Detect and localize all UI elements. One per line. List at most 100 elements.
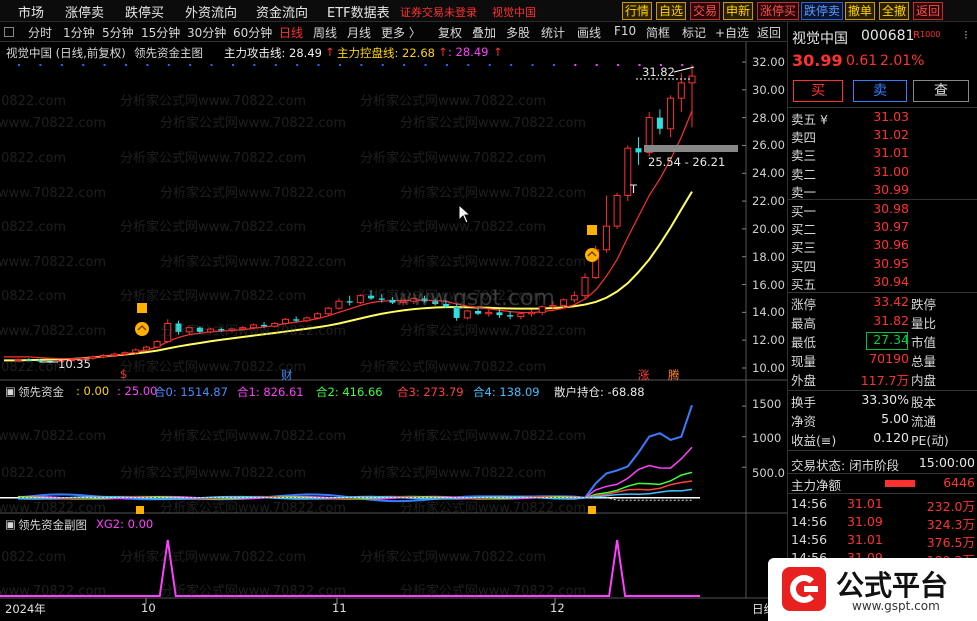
tab-1min[interactable]: 1分钟: [63, 24, 95, 41]
btn-cancel-all[interactable]: 全撤: [879, 2, 910, 20]
finance-marker[interactable]: 财: [281, 367, 293, 383]
bid-level[interactable]: 买五 30.94: [791, 274, 975, 292]
chart-area[interactable]: [0, 42, 787, 621]
menu-capital-flow[interactable]: 资金流向: [256, 2, 308, 21]
tab-intraday[interactable]: 分时: [28, 24, 52, 41]
tool-simple-frame[interactable]: 简框: [646, 24, 670, 41]
tick-row[interactable]: 14:56 31.01 232.0万: [791, 496, 975, 514]
login-warning[interactable]: 证券交易未登录: [400, 4, 477, 20]
tencent-marker[interactable]: 腾: [668, 367, 680, 383]
tool-add-watchlist[interactable]: +自选: [715, 24, 749, 41]
signal-dot: [124, 64, 127, 66]
candle-body: [389, 299, 396, 303]
ask-level[interactable]: 卖四 31.02: [791, 127, 975, 145]
stat-row: 收益(≡) 0.120 PE(动): [791, 430, 975, 448]
menu-etf-table[interactable]: ETF数据表: [327, 2, 390, 21]
x-axis-nov: 11: [332, 601, 347, 615]
limit-up-marker[interactable]: 涨: [638, 367, 650, 383]
collapse-icon[interactable]: [4, 27, 14, 37]
sub2-indicator-name[interactable]: 领先资金副图: [18, 517, 87, 533]
book-level-label: 买五: [791, 276, 817, 292]
signal-dot: [231, 64, 234, 66]
candle-body: [399, 300, 407, 304]
main-y-tick: 10.00: [752, 361, 785, 375]
sub1-legend-item: 合3: 273.79: [397, 385, 464, 399]
low-price-highlight: [866, 332, 908, 350]
ask-level[interactable]: 卖三 31.01: [791, 145, 975, 163]
menu-limit-up-sell[interactable]: 涨停卖: [65, 2, 104, 21]
tool-statistics[interactable]: 统计: [541, 24, 565, 41]
ask-level[interactable]: 卖一 30.99: [791, 182, 975, 200]
tool-multi-stock[interactable]: 多股: [506, 24, 530, 41]
bid-level[interactable]: 买四 30.95: [791, 256, 975, 274]
query-button[interactable]: 查: [913, 80, 969, 102]
tool-adjust[interactable]: 复权: [438, 24, 462, 41]
tick-row[interactable]: 14:56 31.09 324.3万: [791, 514, 975, 532]
btn-cancel-order[interactable]: 撤单: [845, 2, 876, 20]
bid-level[interactable]: 买二 30.97: [791, 219, 975, 237]
signal-dot: [39, 64, 42, 66]
sub1-indicator-name[interactable]: 领先资金: [18, 384, 64, 400]
tab-60min[interactable]: 60分钟: [233, 24, 272, 41]
btn-trade[interactable]: 交易: [690, 2, 721, 20]
stat-row: 涨停 33.42 跌停: [791, 294, 975, 312]
buy-button[interactable]: 买: [793, 80, 843, 102]
tab-15min[interactable]: 15分钟: [141, 24, 180, 41]
low-price-label: 10.35: [58, 357, 91, 371]
main-net-label: 主力净额: [791, 478, 842, 493]
candle-body: [303, 317, 311, 322]
bid-level[interactable]: 买一 30.98: [791, 201, 975, 219]
menu-limit-down-buy[interactable]: 跌停买: [125, 2, 164, 21]
line3-label: : 28.49: [448, 45, 489, 59]
high-price-label: 31.82: [642, 65, 675, 79]
signal-dot: [445, 64, 448, 66]
book-level-price: 30.95: [873, 255, 909, 271]
book-level-price: 31.02: [873, 127, 909, 143]
btn-back[interactable]: 返回: [913, 2, 944, 20]
candle-body: [100, 354, 108, 358]
sub1-collapse-icon[interactable]: ▣: [5, 384, 16, 398]
tool-f10[interactable]: F10: [614, 24, 636, 38]
tab-30min[interactable]: 30分钟: [187, 24, 226, 41]
main-indicator-name[interactable]: 领先资金主图: [134, 45, 203, 61]
signal-dot: [189, 64, 192, 66]
candle-body: [442, 304, 449, 307]
tab-more[interactable]: 更多 〉: [381, 24, 421, 41]
ask-level[interactable]: 卖五 ¥ 31.03: [791, 109, 975, 127]
tick-volume: 232.0万: [926, 499, 975, 514]
tick-row[interactable]: 14:56 31.01 376.5万: [791, 532, 975, 550]
gold-signal-icon: [585, 248, 599, 262]
candle-body: [175, 323, 182, 332]
sub2-collapse-icon[interactable]: ▣: [5, 517, 16, 531]
book-level-price: 31.01: [873, 145, 909, 161]
candle-body: [421, 298, 428, 302]
dollar-marker[interactable]: $: [120, 367, 127, 381]
tool-draw-line[interactable]: 画线: [577, 24, 601, 41]
tab-weekly[interactable]: 周线: [313, 24, 337, 41]
book-level-price: 30.98: [873, 201, 909, 216]
tool-overlay[interactable]: 叠加: [472, 24, 496, 41]
signal-dot: [253, 64, 256, 66]
btn-limit-up-buy[interactable]: 涨停买: [757, 2, 800, 20]
ask-level[interactable]: 卖二 31.00: [791, 164, 975, 182]
menu-foreign-flow[interactable]: 外资流向: [185, 2, 237, 21]
tool-mark[interactable]: 标记: [682, 24, 706, 41]
btn-watchlist[interactable]: 自选: [656, 2, 687, 20]
tool-return[interactable]: 返回: [757, 24, 781, 41]
tab-monthly[interactable]: 月线: [347, 24, 371, 41]
stock-name: 视觉中国: [792, 31, 848, 47]
menu-market[interactable]: 市场: [18, 2, 44, 21]
book-level-label: 卖四: [791, 130, 817, 146]
more-icon[interactable]: ⁝: [964, 28, 968, 42]
sell-button[interactable]: 卖: [853, 80, 907, 102]
tab-5min[interactable]: 5分钟: [102, 24, 134, 41]
stat-label-2: 股本: [911, 395, 937, 410]
gold-signal-icon: [135, 322, 149, 336]
stat-label-2: 量比: [911, 316, 937, 331]
btn-limit-down-sell[interactable]: 跌停卖: [801, 2, 844, 20]
tab-daily[interactable]: 日线: [279, 24, 303, 41]
bid-level[interactable]: 买三 30.96: [791, 237, 975, 255]
control-line-label: 主力控盘线: 22.68: [337, 46, 435, 60]
btn-apply-new[interactable]: 申新: [723, 2, 754, 20]
btn-quote[interactable]: 行情: [622, 2, 653, 20]
